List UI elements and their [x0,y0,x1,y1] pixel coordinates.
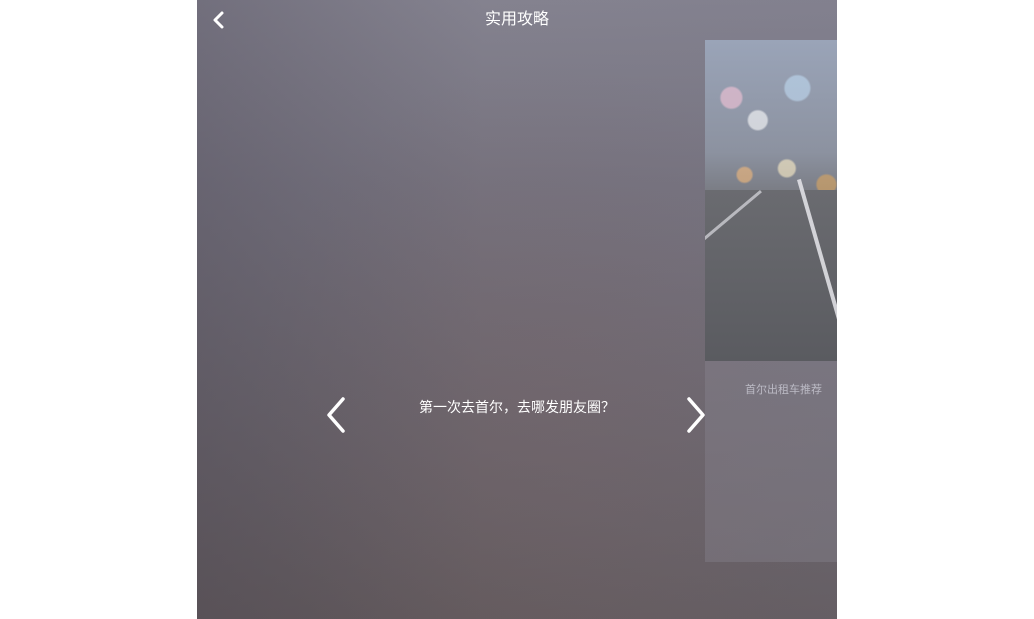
road-shape [705,190,837,361]
header-bar: 实用攻略 [197,0,837,40]
next-article-card[interactable]: 首尔出租车推荐 [705,40,837,562]
next-article-button[interactable] [681,395,711,435]
previous-article-button[interactable] [323,395,353,435]
next-article-caption: 首尔出租车推荐 [745,383,822,396]
chevron-left-icon [327,397,345,433]
page: 实用攻略 首尔出租车推荐 第一次去首尔，去哪发朋友圈？ [0,0,1034,619]
page-title: 实用攻略 [484,9,549,28]
app-screen: 实用攻略 首尔出租车推荐 第一次去首尔，去哪发朋友圈？ [197,0,837,619]
chevron-right-icon [687,397,705,433]
article-title[interactable]: 第一次去首尔，去哪发朋友圈？ [367,398,667,418]
next-article-image [705,40,837,363]
next-article-body: 首尔出租车推荐 [705,361,837,562]
